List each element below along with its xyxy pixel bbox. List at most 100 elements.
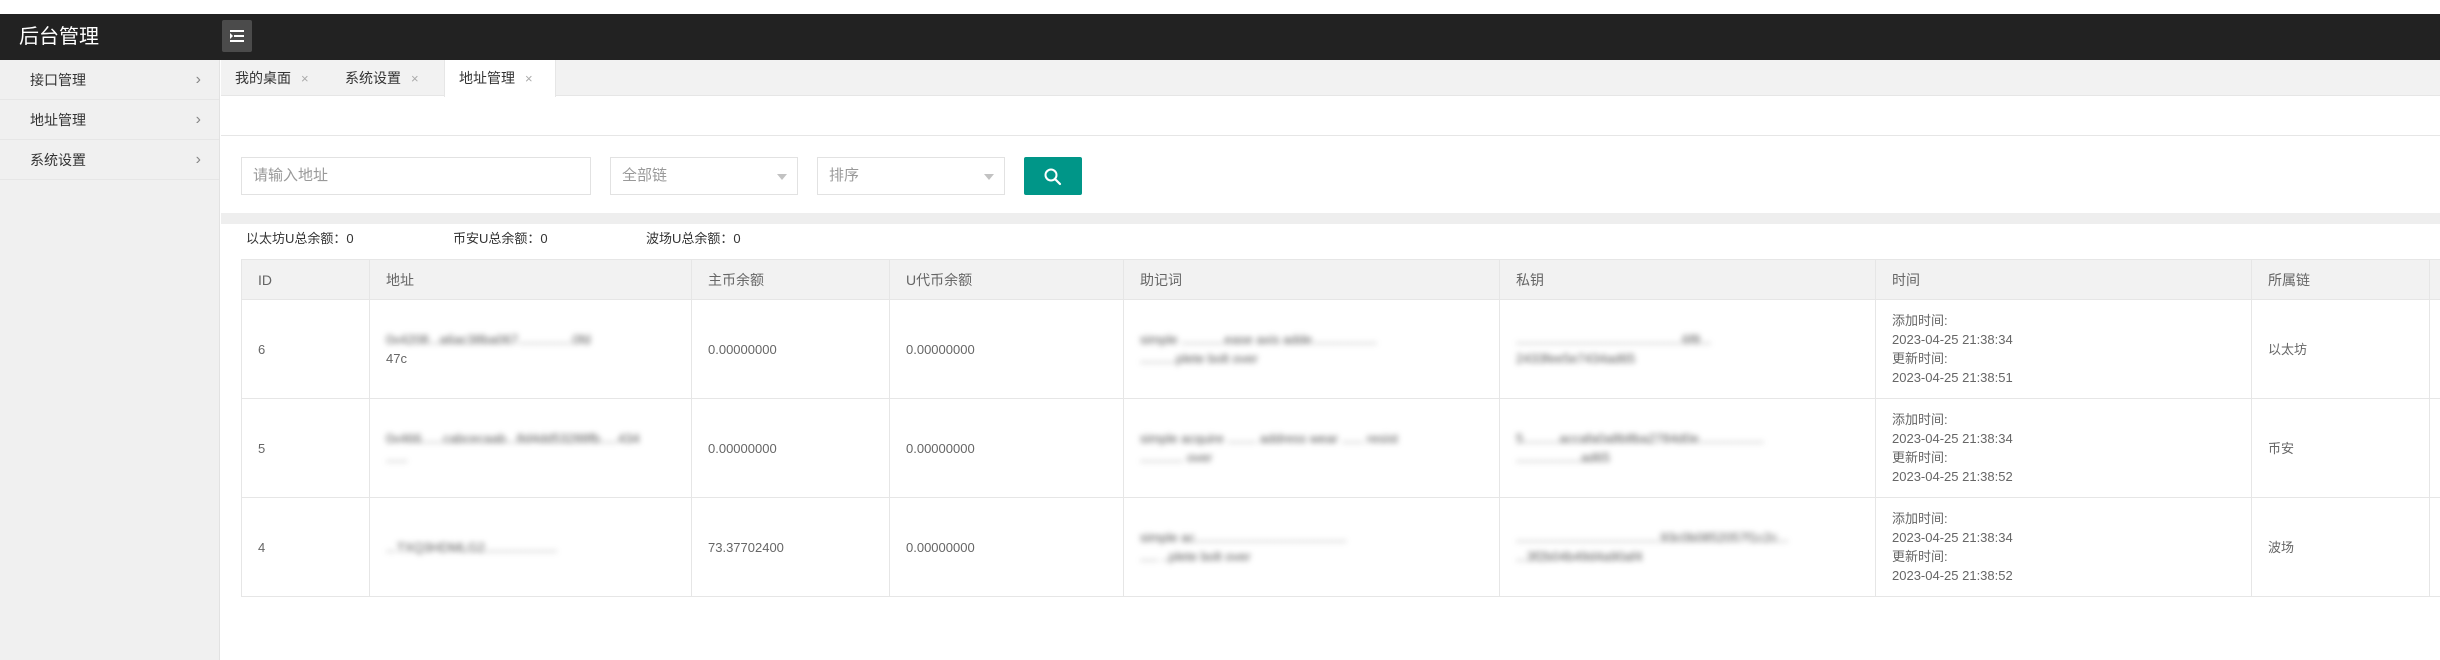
eth-total-balance: 以太坊U总余额：0	[246, 230, 354, 248]
tab-system-settings[interactable]: 系统设置 ×	[331, 60, 443, 96]
private-key-line: ........................................…	[1516, 530, 1789, 545]
column-header-operation: 操	[2429, 259, 2440, 300]
chevron-down-icon	[777, 174, 787, 180]
chain-select-value: 全部链	[622, 167, 668, 184]
table-row: 6 0x4208...a6ac38ba067...............0fd…	[241, 299, 2440, 399]
mnemonic-line: ............ over	[1140, 450, 1213, 465]
column-header-private-key: 私钥	[1499, 259, 1876, 300]
eth-total-value: 0	[346, 231, 354, 246]
private-key-line: 5..........accafa0a8b8ba2784d0e.........…	[1516, 431, 1764, 446]
tab-address-management[interactable]: 地址管理 ×	[444, 60, 556, 97]
search-icon	[1044, 168, 1062, 186]
cell-id: 4	[241, 497, 370, 597]
divider	[221, 135, 2440, 136]
column-header-chain: 所属链	[2251, 259, 2430, 300]
column-header-mnemonic: 助记词	[1123, 259, 1500, 300]
chevron-right-icon: ›	[195, 151, 201, 168]
cell-address: 0x4208...a6ac38ba067...............0fd 4…	[369, 299, 692, 399]
cell-u-balance: 0.00000000	[889, 299, 1124, 399]
private-key-line: ........................................…	[1516, 332, 1712, 347]
cell-u-balance: 0.00000000	[889, 398, 1124, 498]
bsc-total-balance: 币安U总余额：0	[453, 230, 548, 248]
private-key-line: 2433fee5e7434ad65	[1516, 351, 1636, 366]
bsc-total-value: 0	[540, 231, 548, 246]
cell-mnemonic: simple ............ease axis adde.......…	[1123, 299, 1500, 399]
search-button[interactable]	[1024, 157, 1082, 195]
menu-toggle-icon	[230, 30, 244, 42]
added-time-label: 添加时间:	[1892, 511, 1948, 526]
tab-label: 地址管理	[459, 70, 515, 86]
address-table: ID 地址 主币余额 U代币余额 助记词 私钥 时间 所属链 操 6 0x420…	[241, 259, 2440, 597]
updated-time-label: 更新时间:	[1892, 549, 1948, 564]
sidebar-item-api-management[interactable]: 接口管理 ›	[0, 60, 219, 100]
cell-main-balance: 73.37702400	[691, 497, 890, 597]
cell-mnemonic: simple ac...............................…	[1123, 497, 1500, 597]
sidebar-item-system-settings[interactable]: 系统设置 ›	[0, 140, 219, 180]
address-line: 0x466......cabcecaab...8d4dd53288fb.....…	[386, 431, 640, 446]
main-content: 请输入地址 全部链 排序 以太坊U总余额：0 币安U总余额：0 波场U总余额：0…	[221, 97, 2440, 660]
address-line: 0x4208...a6ac38ba067...............0fd	[386, 332, 591, 347]
sidebar-item-label: 地址管理	[30, 112, 86, 128]
cell-id: 5	[241, 398, 370, 498]
header-bar: 后台管理	[0, 14, 2440, 60]
table-row: 5 0x466......cabcecaab...8d4dd53288fb...…	[241, 398, 2440, 498]
cell-address: ...TXQ3HDMLG2....................	[369, 497, 692, 597]
bsc-total-label: 币安U总余额：	[453, 231, 541, 246]
tab-label: 系统设置	[345, 70, 401, 86]
cell-chain: 币安	[2251, 398, 2430, 498]
delete-icon[interactable]: 🗑	[2429, 497, 2440, 597]
tab-my-desktop[interactable]: 我的桌面 ×	[221, 60, 331, 96]
private-key-line: ..................ad65	[1516, 450, 1610, 465]
sidebar: 接口管理 › 地址管理 › 系统设置 ›	[0, 60, 220, 660]
tab-label: 我的桌面	[235, 70, 291, 86]
mnemonic-line: simple ............ease axis adde.......…	[1140, 332, 1377, 347]
address-line: ......	[386, 450, 408, 465]
added-time-label: 添加时间:	[1892, 412, 1948, 427]
window-top-strip	[0, 0, 2440, 14]
chevron-down-icon	[984, 174, 994, 180]
tab-bar: 我的桌面 × 系统设置 × 地址管理 ×	[221, 60, 2440, 97]
updated-time-label: 更新时间:	[1892, 450, 1948, 465]
table-header-row: ID 地址 主币余额 U代币余额 助记词 私钥 时间 所属链 操	[241, 259, 2440, 300]
sort-select[interactable]: 排序	[817, 157, 1005, 195]
column-header-main-balance: 主币余额	[691, 259, 890, 300]
added-time-value: 2023-04-25 21:38:34	[1892, 332, 2013, 347]
cell-private-key: ........................................…	[1499, 497, 1876, 597]
cell-mnemonic: simple acquire ........ address wear ...…	[1123, 398, 1500, 498]
sidebar-item-address-management[interactable]: 地址管理 ›	[0, 100, 219, 140]
address-line: 47c	[386, 351, 407, 366]
table-row: 4 ...TXQ3HDMLG2.................... 73.3…	[241, 497, 2440, 597]
delete-icon[interactable]: 🗑	[2429, 299, 2440, 399]
mnemonic-line: ..... ..plete bolt over	[1140, 549, 1251, 564]
sidebar-item-label: 系统设置	[30, 152, 86, 168]
app-title: 后台管理	[19, 26, 99, 48]
close-icon[interactable]: ×	[525, 71, 533, 86]
close-icon[interactable]: ×	[301, 71, 309, 86]
column-header-address: 地址	[369, 259, 692, 300]
updated-time-value: 2023-04-25 21:38:51	[1892, 370, 2013, 385]
tron-total-label: 波场U总余额：	[646, 231, 734, 246]
delete-icon[interactable]: 🗑	[2429, 398, 2440, 498]
cell-time: 添加时间: 2023-04-25 21:38:34 更新时间: 2023-04-…	[1875, 299, 2252, 399]
mnemonic-line: simple acquire ........ address wear ...…	[1140, 431, 1398, 446]
column-header-time: 时间	[1875, 259, 2252, 300]
cell-time: 添加时间: 2023-04-25 21:38:34 更新时间: 2023-04-…	[1875, 497, 2252, 597]
mnemonic-line: ..........plete bolt over	[1140, 351, 1258, 366]
menu-toggle-button[interactable]	[222, 20, 252, 52]
private-key-line: ...3f2b04b49d4a90af4	[1516, 549, 1643, 564]
added-time-value: 2023-04-25 21:38:34	[1892, 530, 2013, 545]
updated-time-value: 2023-04-25 21:38:52	[1892, 469, 2013, 484]
cell-main-balance: 0.00000000	[691, 299, 890, 399]
cell-private-key: 5..........accafa0a8b8ba2784d0e.........…	[1499, 398, 1876, 498]
cell-time: 添加时间: 2023-04-25 21:38:34 更新时间: 2023-04-…	[1875, 398, 2252, 498]
chain-select[interactable]: 全部链	[610, 157, 798, 195]
column-header-id: ID	[241, 259, 370, 300]
mnemonic-line: simple ac...............................…	[1140, 530, 1347, 545]
added-time-label: 添加时间:	[1892, 313, 1948, 328]
address-search-input[interactable]: 请输入地址	[241, 157, 591, 195]
updated-time-value: 2023-04-25 21:38:52	[1892, 568, 2013, 583]
close-icon[interactable]: ×	[411, 71, 419, 86]
cell-id: 6	[241, 299, 370, 399]
cell-address: 0x466......cabcecaab...8d4dd53288fb.....…	[369, 398, 692, 498]
chevron-right-icon: ›	[195, 71, 201, 88]
